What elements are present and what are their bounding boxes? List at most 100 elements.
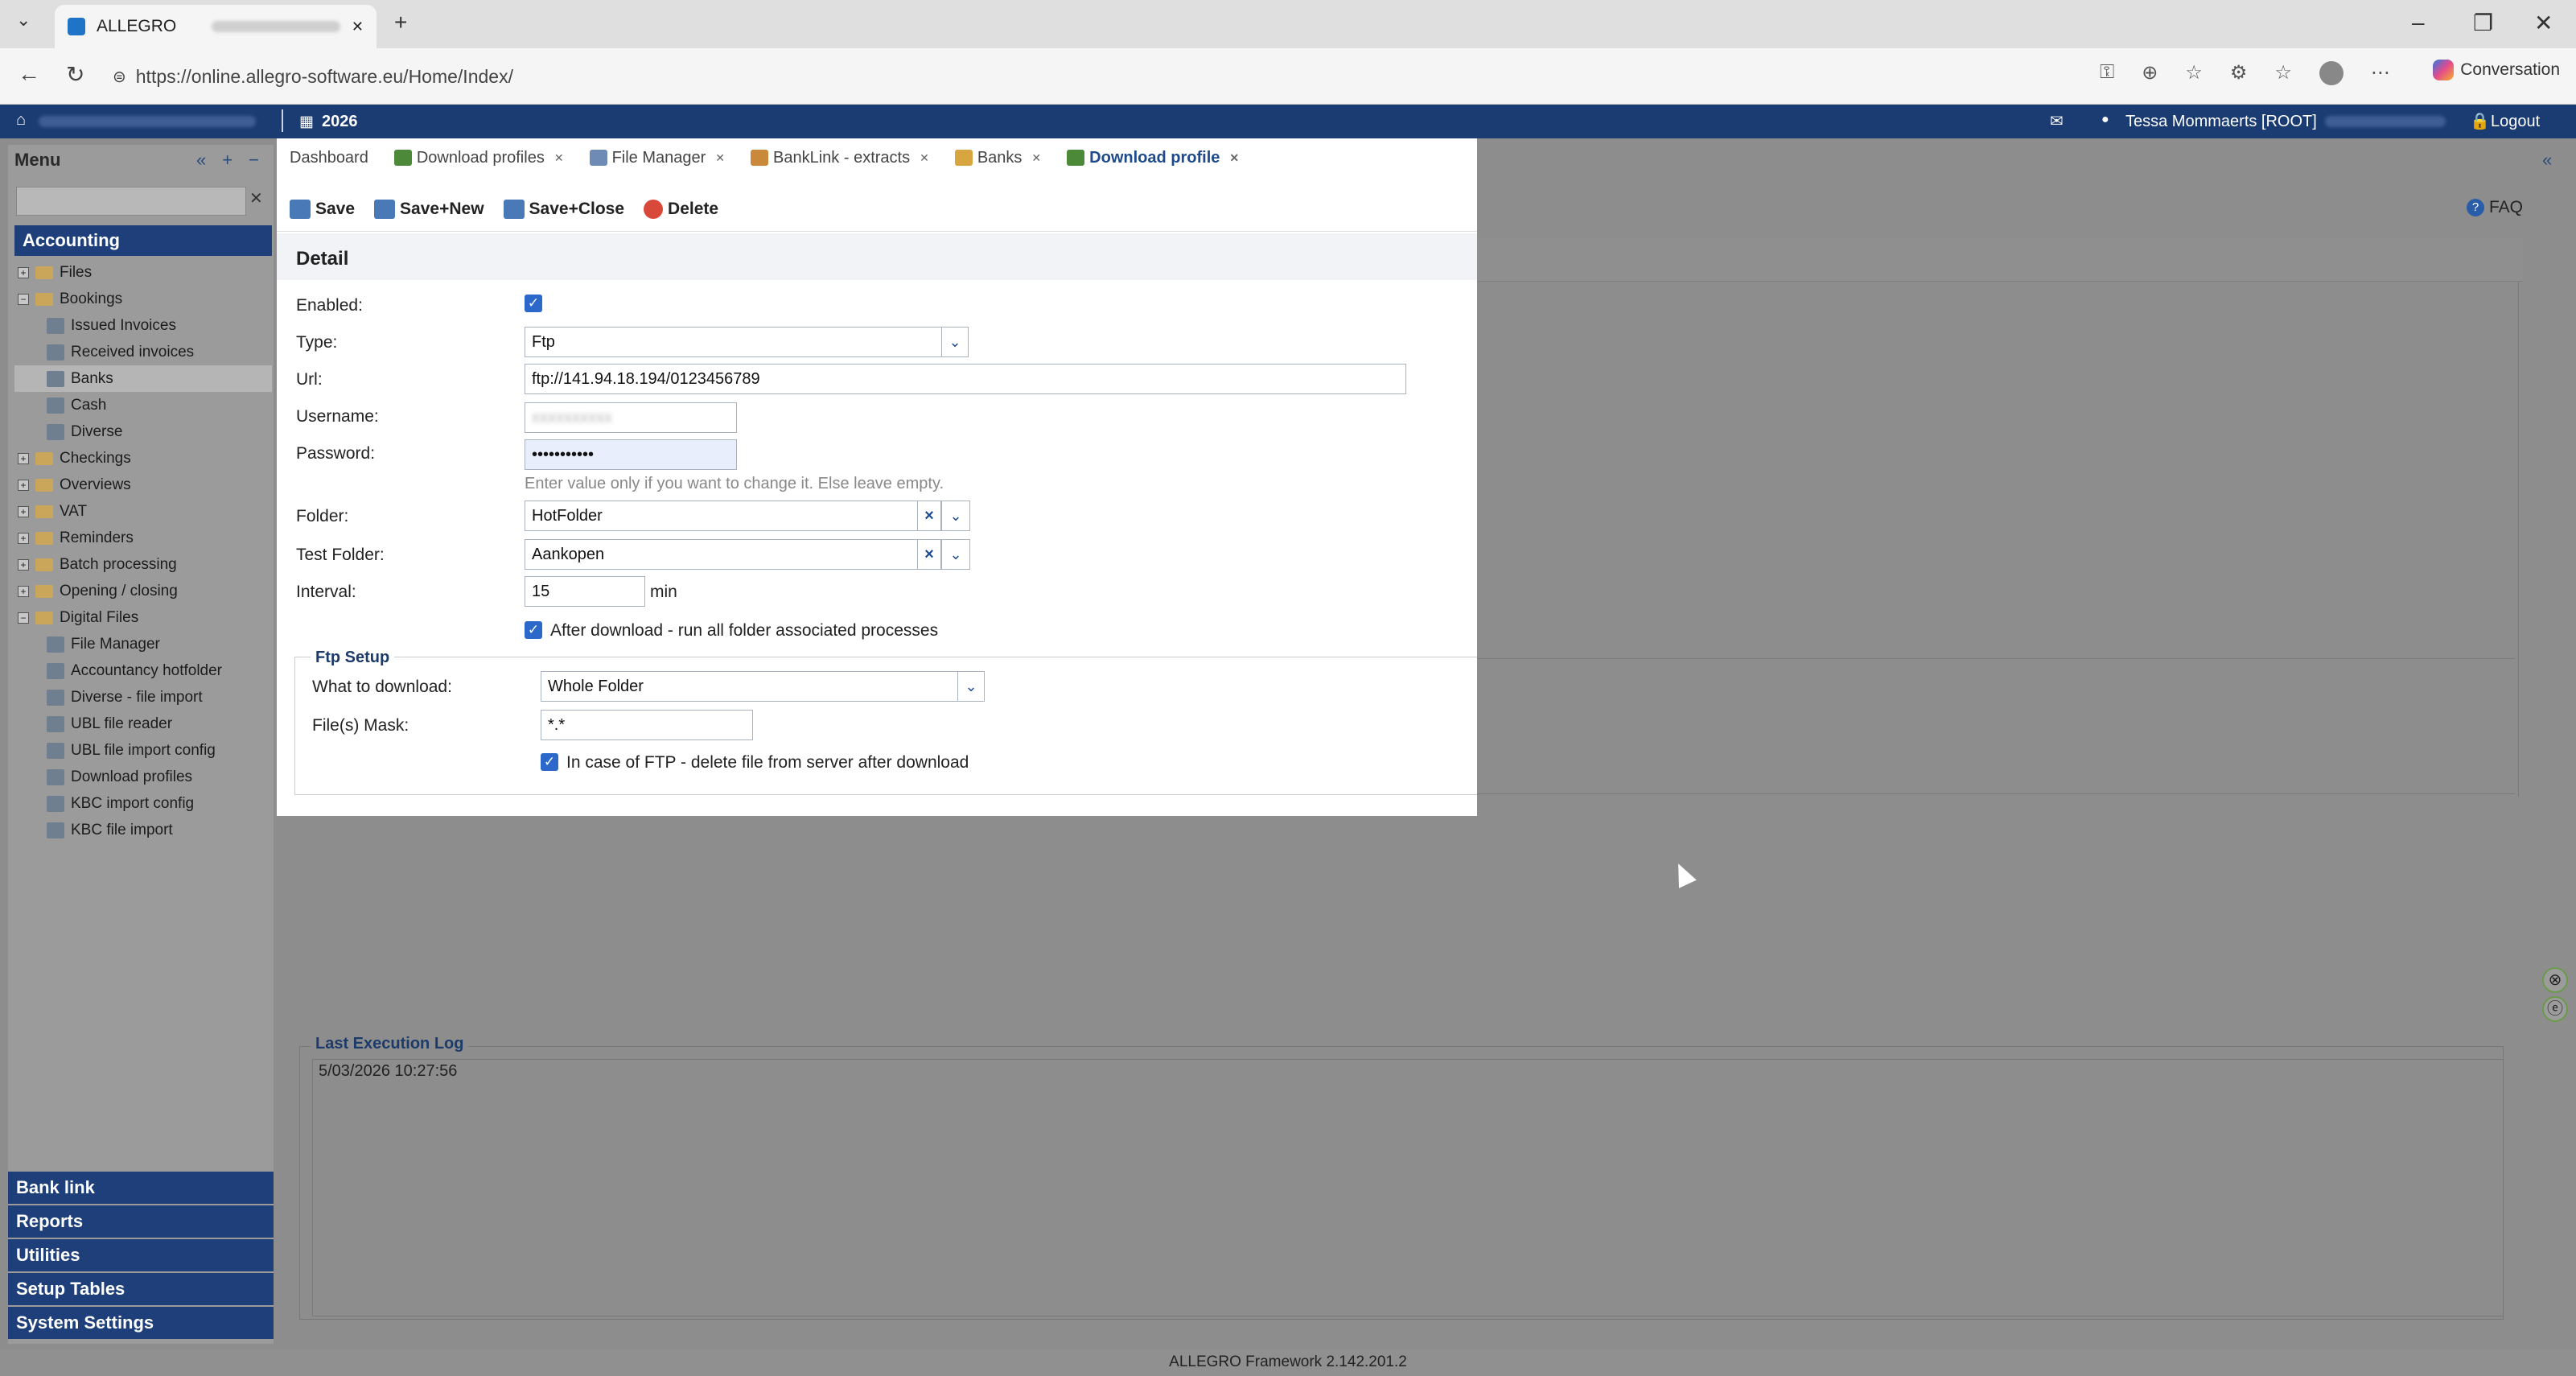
folder-select[interactable]: HotFolder — [525, 501, 919, 531]
sidebar-item-bookings[interactable]: − Bookings — [14, 286, 272, 312]
site-info-icon[interactable]: ⊜ — [113, 67, 126, 87]
enabled-checkbox[interactable]: ✓ — [525, 295, 542, 312]
close-tab-icon[interactable]: ✕ — [554, 151, 564, 165]
sidebar-item-kbc-import-config[interactable]: KBC import config — [14, 790, 272, 817]
conversation-button[interactable]: Conversation — [2433, 60, 2560, 80]
reload-icon[interactable]: ↻ — [66, 61, 84, 88]
sidebar-item-file-manager[interactable]: File Manager — [14, 631, 272, 657]
save-new-button[interactable]: Save+New — [374, 199, 484, 219]
sidebar-item-diverse[interactable]: Diverse — [14, 418, 272, 445]
close-tab-icon[interactable]: ✕ — [1229, 151, 1239, 165]
minimize-button[interactable]: – — [2412, 10, 2425, 35]
sidebar-item-kbc-file-import[interactable]: KBC file import — [14, 817, 272, 843]
collapse-menu-icon[interactable]: « — [196, 150, 206, 171]
clear-search-icon[interactable]: ✕ — [249, 188, 263, 208]
home-icon[interactable]: ⌂ — [16, 111, 26, 130]
save-button[interactable]: Save — [290, 199, 355, 219]
menu-utilities[interactable]: Utilities — [8, 1239, 274, 1271]
sidebar-item-cash[interactable]: Cash — [14, 392, 272, 418]
folder-clear-icon[interactable]: × — [917, 501, 941, 531]
sidebar-item-ubl-file-import-config[interactable]: UBL file import config — [14, 737, 272, 764]
sidebar-item-opening-closing[interactable]: + Opening / closing — [14, 578, 272, 604]
close-helper-icon[interactable]: ⊗ — [2542, 967, 2568, 993]
type-select[interactable]: Ftp — [525, 327, 943, 357]
expand-icon[interactable]: + — [18, 505, 29, 517]
sidebar-item-digital-files[interactable]: − Digital Files — [14, 604, 272, 631]
close-tab-icon[interactable]: ✕ — [1031, 151, 1041, 165]
expand-icon[interactable]: + — [18, 452, 29, 464]
zoom-icon[interactable]: ⊕ — [2142, 61, 2158, 85]
after-download-checkbox[interactable]: ✓ — [525, 621, 542, 639]
what-to-download-select[interactable]: Whole Folder — [541, 671, 959, 702]
username-input[interactable]: xxxxxxxxxx — [525, 402, 737, 433]
test-folder-dropdown-chevron-icon[interactable]: ⌄ — [941, 539, 970, 570]
menu-reports[interactable]: Reports — [8, 1205, 274, 1238]
expand-icon[interactable]: + — [18, 479, 29, 491]
expand-icon[interactable]: + — [18, 532, 29, 544]
password-input[interactable]: ••••••••••• — [525, 439, 737, 470]
folder-dropdown-chevron-icon[interactable]: ⌄ — [941, 501, 970, 531]
tab-download-profile[interactable]: Download profile ✕ — [1054, 142, 1253, 174]
sidebar-item-issued-invoices[interactable]: Issued Invoices — [14, 312, 272, 339]
expand-icon[interactable]: + — [18, 558, 29, 571]
back-arrow-icon[interactable]: ← — [18, 61, 40, 87]
sidebar-item-checkings[interactable]: + Checkings — [14, 445, 272, 472]
close-tab-icon[interactable]: ✕ — [920, 151, 929, 165]
type-dropdown-chevron-icon[interactable]: ⌄ — [941, 327, 969, 357]
faq-link[interactable]: ? FAQ — [2467, 198, 2523, 217]
restore-button[interactable]: ❐ — [2473, 10, 2493, 36]
sidebar-item-diverse-file-import[interactable]: Diverse - file import — [14, 684, 272, 711]
menu-setup-tables[interactable]: Setup Tables — [8, 1273, 274, 1305]
tab-download-profiles[interactable]: Download profiles ✕ — [381, 142, 577, 174]
sidebar-item-overviews[interactable]: + Overviews — [14, 472, 272, 498]
profile-avatar-icon[interactable] — [2319, 61, 2344, 85]
favorites-icon[interactable]: ☆ — [2274, 61, 2292, 85]
collapse-icon[interactable]: − — [18, 612, 29, 624]
interval-input[interactable]: 15 — [525, 576, 645, 607]
password-key-icon[interactable]: ⚿ — [2100, 61, 2114, 85]
delete-button[interactable]: Delete — [644, 199, 718, 219]
close-tab-icon[interactable]: ✕ — [352, 19, 364, 35]
helper-e-icon[interactable]: ⓔ — [2542, 996, 2568, 1022]
mail-icon[interactable]: ✉ — [2050, 111, 2064, 131]
url-field[interactable]: ⊜ https://online.allegro-software.eu/Hom… — [105, 58, 2084, 95]
expand-icon[interactable]: + — [18, 585, 29, 597]
sidebar-item-received-invoices[interactable]: Received invoices — [14, 339, 272, 365]
test-folder-clear-icon[interactable]: × — [917, 539, 941, 570]
expand-all-icon[interactable]: + — [222, 150, 232, 171]
sidebar-item-accountancy-hotfolder[interactable]: Accountancy hotfolder — [14, 657, 272, 684]
menu-bank-link[interactable]: Bank link — [8, 1172, 274, 1204]
new-tab-button[interactable]: + — [394, 10, 407, 35]
favorite-star-icon[interactable]: ☆ — [2185, 61, 2203, 85]
sidebar-item-batch-processing[interactable]: + Batch processing — [14, 551, 272, 578]
url-input[interactable]: ftp://141.94.18.194/0123456789 — [525, 364, 1406, 394]
menu-system-settings[interactable]: System Settings — [8, 1307, 274, 1339]
delete-after-download-checkbox[interactable]: ✓ — [541, 753, 558, 771]
close-tab-icon[interactable]: ✕ — [715, 151, 725, 165]
tab-banks[interactable]: Banks ✕ — [942, 142, 1054, 174]
tab-banklink-extracts[interactable]: BankLink - extracts ✕ — [738, 142, 942, 174]
logout-link[interactable]: Logout — [2491, 113, 2540, 131]
tab-dashboard[interactable]: Dashboard — [277, 142, 381, 174]
collapse-icon[interactable]: − — [18, 293, 29, 305]
sidebar-item-reminders[interactable]: + Reminders — [14, 525, 272, 551]
close-window-button[interactable]: ✕ — [2534, 10, 2553, 36]
user-name[interactable]: Tessa Mommaerts [ROOT] — [2125, 113, 2317, 131]
sidebar-item-banks[interactable]: Banks — [14, 365, 272, 392]
sidebar-item-ubl-file-reader[interactable]: UBL file reader — [14, 711, 272, 737]
what-to-download-chevron-icon[interactable]: ⌄ — [957, 671, 985, 702]
sidebar-item-vat[interactable]: + VAT — [14, 498, 272, 525]
fiscal-year[interactable]: 2026 — [322, 113, 358, 131]
sidebar-item-files[interactable]: + Files — [14, 259, 272, 286]
accounting-section[interactable]: Accounting — [14, 225, 272, 256]
collapse-all-icon[interactable]: − — [249, 150, 259, 171]
test-folder-select[interactable]: Aankopen — [525, 539, 919, 570]
browser-tab[interactable]: ALLEGRO ✕ — [55, 5, 377, 48]
file-mask-input[interactable]: *.* — [541, 710, 753, 740]
save-close-button[interactable]: Save+Close — [503, 199, 624, 219]
extensions-icon[interactable]: ⚙ — [2230, 61, 2248, 85]
expand-icon[interactable]: + — [18, 266, 29, 278]
more-options-icon[interactable]: ⋯ — [2371, 61, 2390, 85]
sidebar-item-download-profiles[interactable]: Download profiles — [14, 764, 272, 790]
menu-search-input[interactable] — [16, 187, 246, 216]
